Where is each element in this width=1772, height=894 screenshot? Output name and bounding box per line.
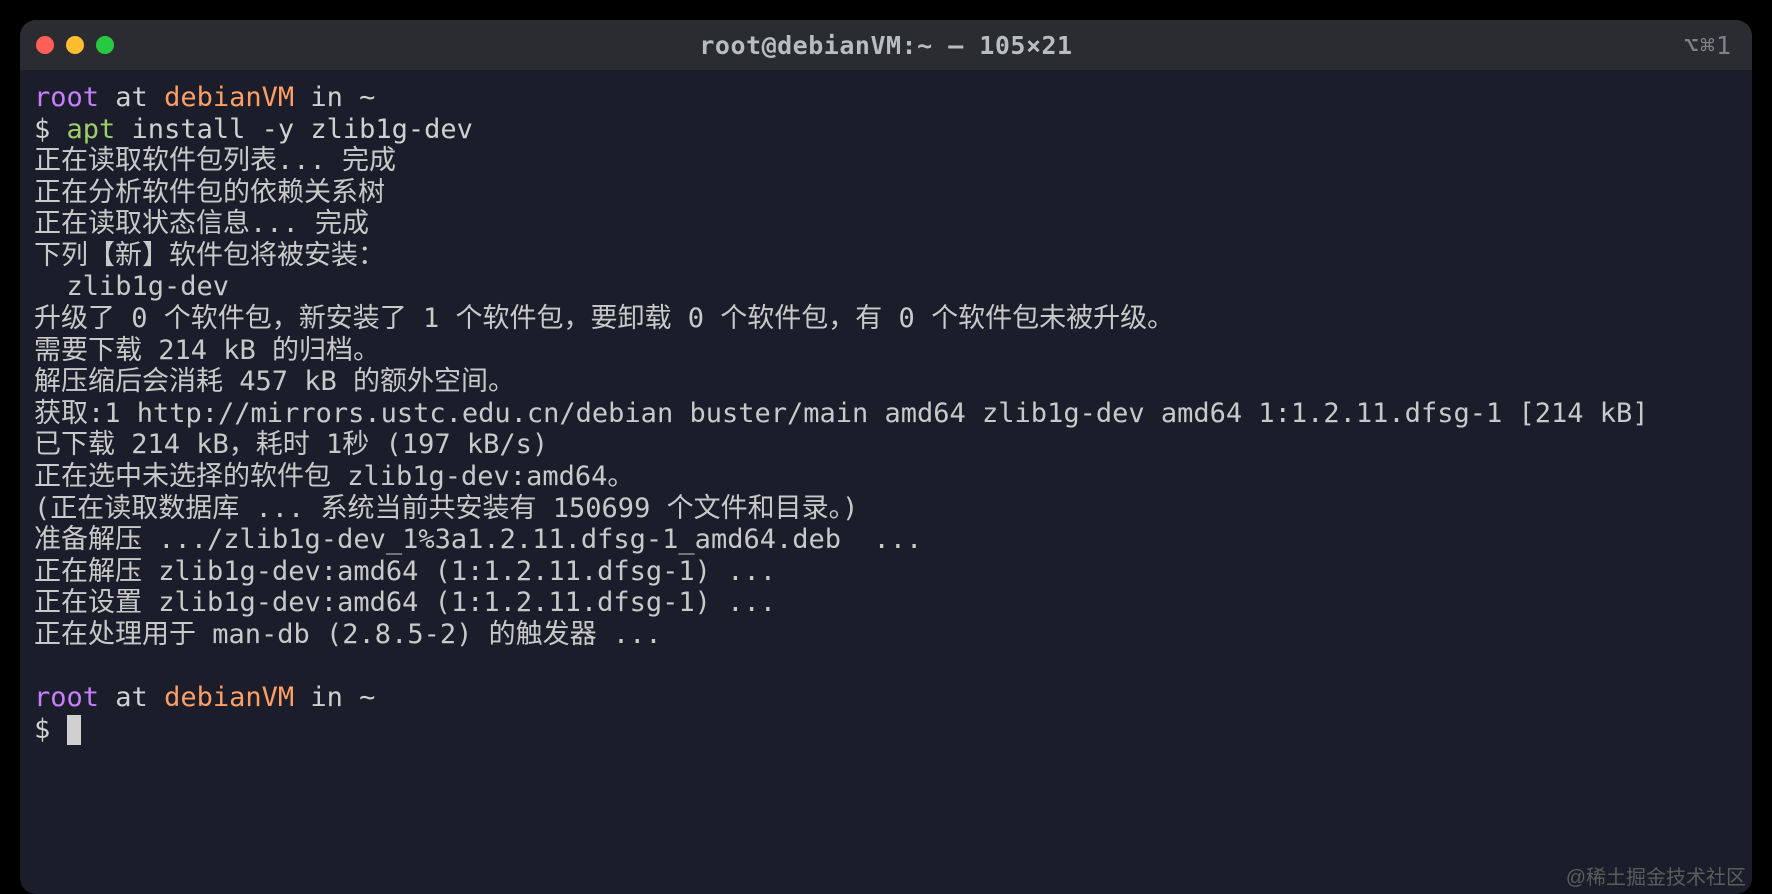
prompt-path: ~ bbox=[359, 682, 375, 713]
minimize-icon[interactable] bbox=[66, 36, 84, 54]
output-line: 已下载 214 kB，耗时 1秒 (197 kB/s) bbox=[34, 429, 548, 460]
watermark-text: @稀土掘金技术社区 bbox=[1566, 861, 1746, 890]
close-icon[interactable] bbox=[36, 36, 54, 54]
output-line: 解压缩后会消耗 457 kB 的额外空间。 bbox=[34, 366, 515, 397]
prompt-at: at bbox=[99, 82, 164, 113]
output-line: 准备解压 .../zlib1g-dev_1%3a1.2.11.dfsg-1_am… bbox=[34, 524, 922, 555]
prompt-user: root bbox=[34, 82, 99, 113]
output-line: zlib1g-dev bbox=[34, 271, 229, 302]
terminal-window: root@debianVM:~ — 105×21 ⌥⌘1 root at deb… bbox=[20, 20, 1752, 894]
output-line: 升级了 0 个软件包，新安装了 1 个软件包，要卸载 0 个软件包，有 0 个软… bbox=[34, 303, 1174, 334]
window-title: root@debianVM:~ — 105×21 bbox=[20, 31, 1752, 60]
output-line: 下列【新】软件包将被安装： bbox=[34, 240, 385, 271]
output-line: 正在处理用于 man-db (2.8.5-2) 的触发器 ... bbox=[34, 619, 662, 650]
output-line: 正在选中未选择的软件包 zlib1g-dev:amd64。 bbox=[34, 461, 634, 492]
terminal-body[interactable]: root at debianVM in ~ $ apt install -y z… bbox=[20, 70, 1752, 894]
prompt-symbol: $ bbox=[34, 114, 67, 145]
output-line: 正在读取软件包列表... 完成 bbox=[34, 145, 396, 176]
window-shortcut-hint: ⌥⌘1 bbox=[1684, 31, 1732, 60]
zoom-icon[interactable] bbox=[96, 36, 114, 54]
output-line: (正在读取数据库 ... 系统当前共安装有 150699 个文件和目录。) bbox=[34, 493, 858, 524]
output-line: 需要下载 214 kB 的归档。 bbox=[34, 335, 380, 366]
output-line: 正在设置 zlib1g-dev:amd64 (1:1.2.11.dfsg-1) … bbox=[34, 587, 776, 618]
prompt-host: debianVM bbox=[164, 82, 294, 113]
output-line: 正在分析软件包的依赖关系树 bbox=[34, 177, 385, 208]
prompt-in: in bbox=[294, 82, 359, 113]
command-args: install -y zlib1g-dev bbox=[115, 114, 473, 145]
prompt-symbol: $ bbox=[34, 714, 67, 745]
output-line: 正在读取状态信息... 完成 bbox=[34, 208, 369, 239]
prompt-user: root bbox=[34, 682, 99, 713]
command-binary: apt bbox=[67, 114, 116, 145]
cursor-icon bbox=[67, 715, 81, 745]
output-line: 获取:1 http://mirrors.ustc.edu.cn/debian b… bbox=[34, 398, 1649, 429]
prompt-at: at bbox=[99, 682, 164, 713]
prompt-path: ~ bbox=[359, 82, 375, 113]
traffic-lights bbox=[36, 36, 114, 54]
prompt-in: in bbox=[294, 682, 359, 713]
title-bar: root@debianVM:~ — 105×21 ⌥⌘1 bbox=[20, 20, 1752, 70]
output-line: 正在解压 zlib1g-dev:amd64 (1:1.2.11.dfsg-1) … bbox=[34, 556, 776, 587]
prompt-host: debianVM bbox=[164, 682, 294, 713]
